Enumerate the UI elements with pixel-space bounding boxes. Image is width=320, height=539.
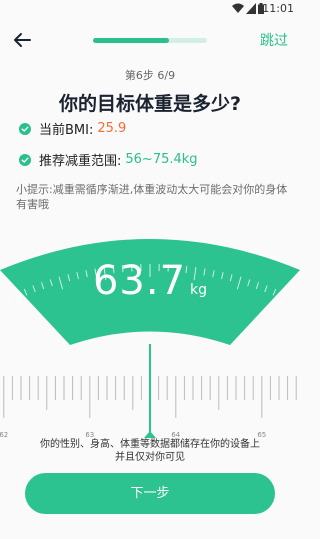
tip-text: 小提示:减重需循序渐进,体重波动太大可能会对你的身体有害哦	[16, 183, 288, 211]
privacy-line-2: 并且仅对你可见	[115, 452, 185, 463]
step-indicator: 第6步 6/9	[124, 69, 176, 82]
range-value: 56~75.4kg	[125, 152, 198, 167]
progress-bar	[93, 38, 207, 43]
status-time: 11:01	[262, 2, 294, 15]
progress-fill	[93, 38, 169, 43]
privacy-note: 你的性别、身高、体重等数据都储存在你的设备上 并且仅对你可见	[0, 438, 300, 464]
page-title: 你的目标体重是多少?	[58, 93, 242, 115]
range-row: 推荐减重范围: 56~75.4kg	[19, 150, 198, 169]
bmi-row: 当前BMI: 25.9	[19, 119, 126, 138]
ruler-pointer-triangle	[144, 431, 156, 438]
privacy-line-1: 你的性别、身高、体重等数据都储存在你的设备上	[40, 439, 260, 450]
weight-value: 63.7	[92, 258, 187, 304]
weight-unit: kg	[190, 282, 208, 298]
check-circle-icon	[19, 153, 31, 166]
check-circle-icon	[19, 122, 31, 135]
weight-reading: 63.7 kg	[0, 258, 300, 304]
next-button[interactable]: 下一步	[25, 473, 275, 514]
back-arrow-icon[interactable]	[10, 28, 34, 52]
weight-ruler-slider[interactable]: 62 63 64 65	[0, 344, 300, 444]
signal-icon	[246, 3, 256, 14]
wifi-icon	[232, 3, 244, 13]
status-bar: 11:01	[0, 0, 300, 18]
bmi-value: 25.9	[97, 121, 127, 136]
top-bar: 跳过	[0, 22, 300, 58]
bmi-label: 当前BMI:	[39, 123, 94, 138]
range-label: 推荐减重范围:	[39, 154, 122, 169]
skip-button[interactable]: 跳过	[260, 30, 288, 50]
